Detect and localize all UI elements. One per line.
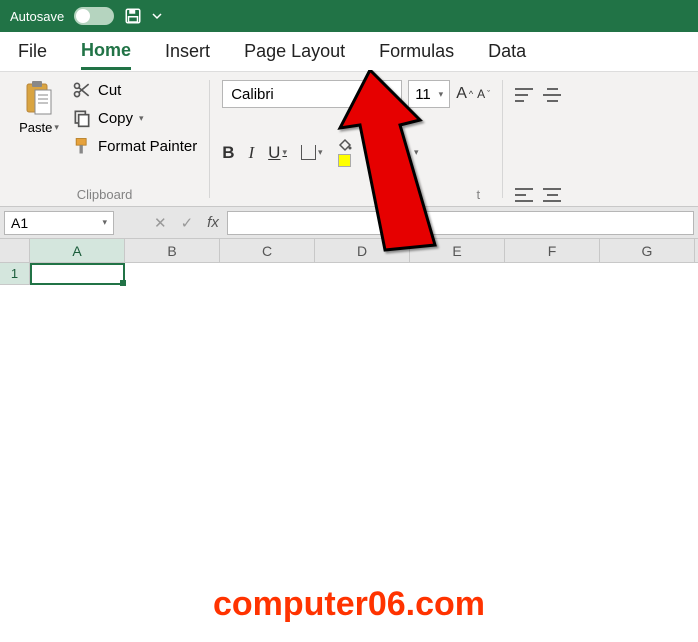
paste-icon[interactable] — [23, 80, 55, 118]
font-color-button[interactable]: A — [385, 144, 400, 162]
tab-home[interactable]: Home — [81, 34, 131, 70]
shrink-font-button[interactable]: Aˇ — [477, 85, 490, 103]
align-middle-button[interactable] — [543, 88, 561, 102]
tab-insert[interactable]: Insert — [165, 35, 210, 68]
title-bar: Autosave — [0, 0, 698, 32]
tab-data[interactable]: Data — [488, 35, 526, 68]
tab-file[interactable]: File — [18, 35, 47, 68]
formula-bar-row: A1▾ ✕ ✓ fx — [0, 207, 698, 239]
row-header-1[interactable]: 1 — [0, 263, 29, 285]
worksheet: A B C D E F G 1 — [0, 239, 698, 285]
font-size-select[interactable]: 11▾ — [408, 80, 450, 108]
enter-formula-button[interactable]: ✓ — [181, 214, 194, 232]
active-cell[interactable] — [30, 263, 125, 285]
column-headers: A B C D E F G — [0, 239, 698, 263]
save-icon[interactable] — [124, 7, 142, 25]
borders-button[interactable]: ▾ — [301, 145, 323, 160]
alignment-group — [503, 72, 573, 206]
copy-icon — [72, 108, 92, 128]
clipboard-group: Paste▾ Cut Copy▾ Format Painter Clipboar… — [0, 72, 209, 206]
insert-function-button[interactable]: fx — [207, 214, 219, 231]
font-name-select[interactable]: Calibri▾ — [222, 80, 402, 108]
qat-dropdown-icon[interactable] — [152, 11, 162, 21]
autosave-toggle[interactable] — [74, 7, 114, 25]
cells-area[interactable] — [30, 263, 698, 285]
fill-color-button[interactable] — [337, 138, 353, 167]
copy-button[interactable]: Copy▾ — [72, 108, 197, 128]
font-group-label: t — [222, 183, 490, 202]
name-box[interactable]: A1▾ — [4, 211, 114, 235]
col-header-c[interactable]: C — [220, 239, 315, 262]
col-header-a[interactable]: A — [30, 239, 125, 262]
bucket-icon — [337, 138, 353, 152]
col-header-g[interactable]: G — [600, 239, 695, 262]
tab-page-layout[interactable]: Page Layout — [244, 35, 345, 68]
fill-handle[interactable] — [120, 280, 126, 286]
align-left-button[interactable] — [515, 188, 533, 202]
select-all-corner[interactable] — [0, 239, 30, 262]
row-headers: 1 — [0, 263, 30, 285]
ribbon-tabs: File Home Insert Page Layout Formulas Da… — [0, 32, 698, 72]
col-header-b[interactable]: B — [125, 239, 220, 262]
italic-button[interactable]: I — [248, 143, 254, 163]
formula-bar[interactable] — [227, 211, 694, 235]
underline-button[interactable]: U▾ — [268, 143, 287, 163]
align-center-button[interactable] — [543, 188, 561, 202]
tab-formulas[interactable]: Formulas — [379, 35, 454, 68]
cancel-formula-button[interactable]: ✕ — [154, 214, 167, 232]
scissors-icon — [72, 80, 92, 100]
col-header-e[interactable]: E — [410, 239, 505, 262]
col-header-f[interactable]: F — [505, 239, 600, 262]
font-group: Calibri▾ 11▾ A^ Aˇ B I U▾ ▾ ▾ A ▾ t — [210, 72, 502, 206]
cut-button[interactable]: Cut — [72, 80, 197, 100]
ribbon: Paste▾ Cut Copy▾ Format Painter Clipboar… — [0, 72, 698, 207]
autosave-label: Autosave — [10, 9, 64, 24]
format-painter-button[interactable]: Format Painter — [72, 136, 197, 156]
grow-font-button[interactable]: A^ — [456, 85, 473, 103]
watermark: computer06.com — [0, 585, 698, 624]
clipboard-group-label: Clipboard — [12, 183, 197, 202]
paste-button[interactable]: Paste▾ — [19, 120, 59, 135]
bold-button[interactable]: B — [222, 143, 234, 163]
col-header-d[interactable]: D — [315, 239, 410, 262]
paintbrush-icon — [72, 136, 92, 156]
align-top-button[interactable] — [515, 88, 533, 102]
